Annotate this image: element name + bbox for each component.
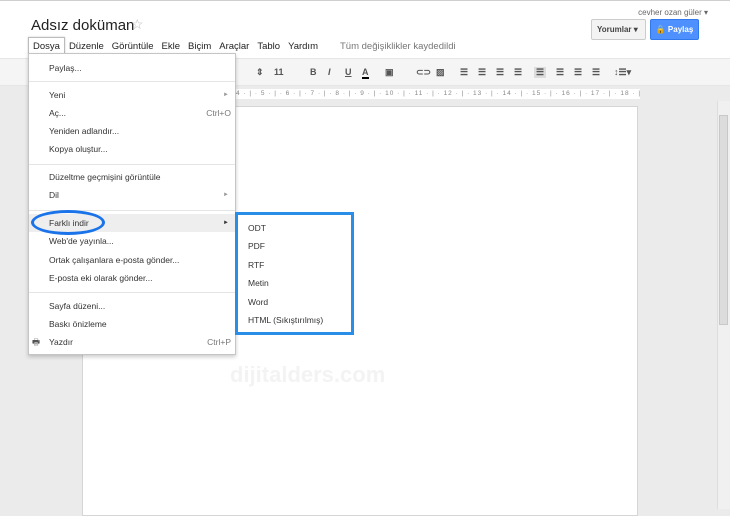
label: Yeniden adlandır... [49,126,120,136]
comments-button[interactable]: Yorumlar ▾ [591,19,646,40]
download-submenu: ODT PDF RTF Metin Word HTML (Sıkıştırılm… [235,212,354,335]
numbered-list-icon[interactable]: ☰ [460,67,468,78]
scrollbar-thumb[interactable] [719,115,728,325]
divider [29,81,235,82]
menu-item-page-setup[interactable]: Sayfa düzeni... [29,297,235,315]
shortcut: Ctrl+O [206,108,231,118]
label: Ortak çalışanlara e-posta gönder... [49,255,180,265]
underline-button[interactable]: U [345,67,352,77]
divider [29,292,235,293]
label: Yazdır [49,337,73,347]
label: Sayfa düzeni... [49,301,106,311]
label: Aç... [49,108,67,118]
menu-edit[interactable]: Düzenle [65,38,108,55]
align-right-icon[interactable]: ☰ [574,67,582,78]
menu-help[interactable]: Yardım [284,38,322,55]
font-size-select[interactable]: 11 [274,67,284,77]
shortcut: Ctrl+P [207,337,231,347]
label: Baskı önizleme [49,319,107,329]
annotation-oval [31,210,105,235]
download-text[interactable]: Metin [248,278,269,288]
text-color-button[interactable]: A [362,67,369,79]
menu-item-language[interactable]: Dil ► [29,186,235,204]
comments-label: Yorumlar [597,25,632,34]
label: Dil [49,190,59,200]
menu-table[interactable]: Tablo [253,38,284,55]
share-button[interactable]: 🔒 Paylaş [650,19,699,40]
increase-indent-icon[interactable]: ☰ [514,67,522,78]
image-icon[interactable]: ▨ [436,67,445,78]
italic-button[interactable]: I [328,67,331,77]
bullet-list-icon[interactable]: ☰ [478,67,486,78]
submenu-arrow-icon: ► [223,92,229,98]
bold-button[interactable]: B [310,67,317,77]
user-account[interactable]: cevher ozan güler ▾ [638,8,708,17]
font-stepper-icon[interactable]: ⇕ [256,67,264,78]
download-rtf[interactable]: RTF [248,260,264,270]
download-html-zip[interactable]: HTML (Sıkıştırılmış) [248,315,323,325]
download-odt[interactable]: ODT [248,223,266,233]
menu-view[interactable]: Görüntüle [108,38,158,55]
download-pdf[interactable]: PDF [248,241,265,251]
menu-item-print-preview[interactable]: Baskı önizleme [29,315,235,333]
menu-format[interactable]: Biçim [184,38,215,55]
star-icon[interactable]: ☆ [131,16,144,33]
printer-icon: 🖶 [32,337,41,347]
menu-tools[interactable]: Araçlar [215,38,253,55]
menu-item-email-collaborators[interactable]: Ortak çalışanlara e-posta gönder... [29,251,235,269]
align-center-icon[interactable]: ☰ [556,67,564,78]
label: Web'de yayınla... [49,236,114,246]
menu-item-new[interactable]: Yeni ► [29,86,235,104]
user-name: cevher ozan güler [638,8,702,17]
menu-item-share[interactable]: Paylaş... [29,59,235,77]
label: Paylaş... [49,63,82,73]
file-menu: Paylaş... Yeni ► Aç... Ctrl+O Yeniden adla… [28,53,236,355]
menu-item-make-copy[interactable]: Kopya oluştur... [29,140,235,158]
submenu-arrow-icon: ► [223,192,229,198]
watermark: dijitalders.com [230,362,386,387]
line-spacing-icon[interactable]: ↕☰▾ [614,67,631,78]
download-word[interactable]: Word [248,297,268,307]
lock-icon: 🔒 [655,25,666,34]
link-icon[interactable]: ⊂⊃ [416,67,431,78]
save-status: Tüm değişiklikler kaydedildi [339,40,456,52]
submenu-arrow-icon: ► [223,220,229,226]
align-left-icon[interactable]: ☰ [534,67,547,78]
highlight-icon[interactable]: ▣ [385,67,394,78]
decrease-indent-icon[interactable]: ☰ [496,67,504,78]
share-label: Paylaş [667,25,694,34]
label: Kopya oluştur... [49,144,108,154]
ruler[interactable]: · 4 · | · 5 · | · 6 · | · 7 · | · 8 · | … [230,89,640,99]
menu-item-email-attachment[interactable]: E-posta eki olarak gönder... [29,269,235,287]
label: E-posta eki olarak gönder... [49,273,153,283]
justify-icon[interactable]: ☰ [592,67,600,78]
menu-item-print[interactable]: 🖶 Yazdır Ctrl+P [29,333,235,351]
label: Yeni [49,90,66,100]
menu-item-revision-history[interactable]: Düzeltme geçmişini görüntüle [29,168,235,186]
menu-insert[interactable]: Ekle [158,38,184,55]
menu-item-rename[interactable]: Yeniden adlandır... [29,122,235,140]
divider [29,164,235,165]
document-title[interactable]: Adsız doküman [31,17,134,34]
label: Düzeltme geçmişini görüntüle [49,172,161,182]
menu-item-open[interactable]: Aç... Ctrl+O [29,104,235,122]
